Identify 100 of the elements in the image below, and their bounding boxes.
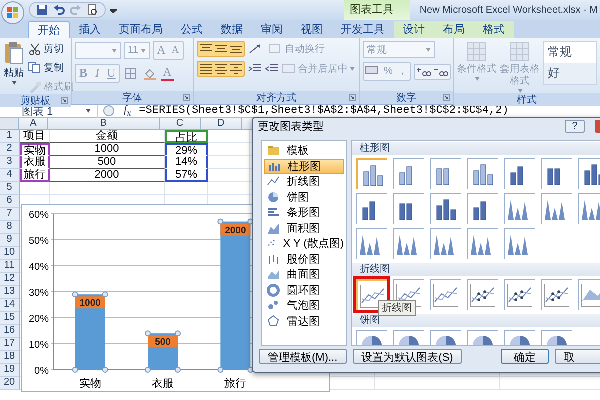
row-header[interactable]: 4 xyxy=(0,169,20,182)
column-header[interactable]: A xyxy=(19,118,48,130)
ribbon-tab[interactable]: 开发工具 xyxy=(332,21,394,38)
row-header[interactable]: 19 xyxy=(0,364,20,377)
dialog-button[interactable]: 管理模板(M)... xyxy=(259,349,347,364)
empty-cell xyxy=(208,169,250,182)
selection-handle[interactable] xyxy=(102,367,108,373)
row-header[interactable]: 15 xyxy=(0,312,20,325)
ribbon-tab[interactable]: 开始 xyxy=(28,21,70,38)
horizontal-align-icon[interactable] xyxy=(229,63,243,75)
formula-field[interactable]: =SERIES(Sheet3!$C$1,Sheet3!$A$2:$A$4,Sheet3!$C$2:$C$4,2) xyxy=(139,105,509,117)
selection-handle[interactable] xyxy=(175,330,181,337)
splitter-handle-icon[interactable] xyxy=(102,105,116,117)
undo-icon[interactable] xyxy=(53,4,65,16)
line-chart-thumbnail[interactable] xyxy=(504,279,535,310)
selection-handle[interactable] xyxy=(72,292,78,298)
row-header[interactable]: 14 xyxy=(0,299,20,312)
chart-type-item[interactable]: 模板 xyxy=(264,143,344,158)
row-header[interactable]: 18 xyxy=(0,351,20,364)
dialog-launcher-icon[interactable] xyxy=(61,97,68,104)
ribbon-tab[interactable]: 布局 xyxy=(434,21,474,38)
line-chart-thumbnail[interactable] xyxy=(467,279,498,310)
ribbon-tab[interactable]: 格式 xyxy=(474,21,514,38)
ribbon-tab[interactable]: 视图 xyxy=(292,21,332,38)
row-header[interactable]: 9 xyxy=(0,234,20,247)
insert-function-button[interactable]: f$_{x}$ xyxy=(120,104,136,118)
table-style-icon xyxy=(509,41,531,63)
merge-cells-icon xyxy=(282,63,296,75)
row-header[interactable]: 8 xyxy=(0,221,20,234)
caret-icon xyxy=(86,109,91,113)
cell-style-item[interactable]: 好 xyxy=(544,63,596,84)
row-header[interactable]: 2 xyxy=(0,143,20,156)
row-header[interactable]: 1 xyxy=(0,130,20,143)
ribbon-tab[interactable]: 公式 xyxy=(172,21,212,38)
column-chart-thumbnail[interactable] xyxy=(356,158,387,189)
dialog-launcher-icon[interactable] xyxy=(349,94,356,101)
row-header[interactable]: 11 xyxy=(0,260,20,273)
data-label: 2000 xyxy=(220,224,251,236)
group-label: 数字 xyxy=(396,92,416,104)
selection-handle[interactable] xyxy=(145,330,151,337)
row-header[interactable]: 10 xyxy=(0,247,20,260)
ribbon-tab[interactable]: 设计 xyxy=(394,21,434,38)
row-header[interactable]: 16 xyxy=(0,325,20,338)
row-header[interactable]: 17 xyxy=(0,338,20,351)
column-header[interactable]: D xyxy=(201,118,242,130)
chart-type-item[interactable]: 饼图 xyxy=(264,190,344,205)
chart-type-icon xyxy=(267,190,280,204)
dialog-button[interactable]: 取 xyxy=(555,349,600,364)
horizontal-align-icon[interactable] xyxy=(199,63,213,75)
row-header[interactable]: 5 xyxy=(0,182,20,195)
column-header[interactable]: C xyxy=(160,118,202,130)
table-cell: 项目 xyxy=(20,130,50,143)
axis-label: 旅行 xyxy=(224,378,247,390)
chart-type-icon xyxy=(267,252,280,266)
chart-type-icon xyxy=(267,222,280,235)
row-header[interactable]: 7 xyxy=(0,208,20,221)
selection-handle[interactable] xyxy=(218,367,224,373)
print-preview-icon[interactable] xyxy=(87,4,99,16)
line-chart-thumbnail[interactable] xyxy=(541,279,572,310)
axis-label: 实物 xyxy=(79,378,102,390)
cut-button[interactable]: 剪切 xyxy=(28,41,74,56)
table-cell: 29% xyxy=(165,143,208,156)
column-header[interactable]: B xyxy=(48,118,160,130)
chart-type-item[interactable]: 折线图 xyxy=(264,174,344,190)
selection-handle[interactable] xyxy=(102,292,108,298)
row-header[interactable]: 13 xyxy=(0,286,20,299)
line-chart-thumbnail[interactable] xyxy=(430,279,461,310)
window-title: New Microsoft Excel Worksheet.xlsx - M xyxy=(418,4,599,16)
paste-button[interactable]: 粘贴 xyxy=(3,41,25,85)
column-chart-thumbnail[interactable] xyxy=(578,158,600,189)
row-header[interactable]: 3 xyxy=(0,156,20,169)
data-label: 1000 xyxy=(75,296,106,310)
ribbon-tab[interactable]: 审阅 xyxy=(252,21,292,38)
ribbon-tab[interactable]: 数据 xyxy=(212,21,252,38)
row-header[interactable]: 20 xyxy=(0,377,20,390)
copy-button[interactable]: 复制 xyxy=(28,60,74,75)
selection-handle[interactable] xyxy=(175,367,181,373)
axis-label: 30% xyxy=(28,288,49,299)
horizontal-align-icon[interactable] xyxy=(214,63,228,75)
dialog-button[interactable]: 确定 xyxy=(501,349,549,364)
ribbon-tab[interactable]: 插入 xyxy=(70,21,110,38)
vertical-align-icon[interactable] xyxy=(214,43,228,55)
customize-icon[interactable] xyxy=(110,7,117,13)
help-button[interactable]: ? xyxy=(565,120,585,132)
ribbon-tab[interactable]: 页面布局 xyxy=(110,21,172,38)
conditional-format-icon xyxy=(466,41,488,63)
selection-handle[interactable] xyxy=(218,218,224,225)
save-icon[interactable] xyxy=(36,4,48,16)
selection-handle[interactable] xyxy=(72,367,78,373)
axis-label: 10% xyxy=(28,340,49,351)
line-chart-thumbnail[interactable] xyxy=(578,279,600,310)
cell-style-item[interactable]: 常规 xyxy=(544,42,596,63)
chart-type-item[interactable]: 柱形图 xyxy=(264,158,344,174)
wrap-text-icon xyxy=(269,43,283,55)
dialog-button[interactable]: 设置为默认图表(S) xyxy=(352,349,462,364)
selection-handle[interactable] xyxy=(145,367,151,373)
row-header[interactable]: 12 xyxy=(0,273,20,286)
row-header[interactable]: 6 xyxy=(0,195,20,208)
table-cell: 1000 xyxy=(50,143,165,156)
column-chart-thumbnail[interactable] xyxy=(578,193,600,224)
